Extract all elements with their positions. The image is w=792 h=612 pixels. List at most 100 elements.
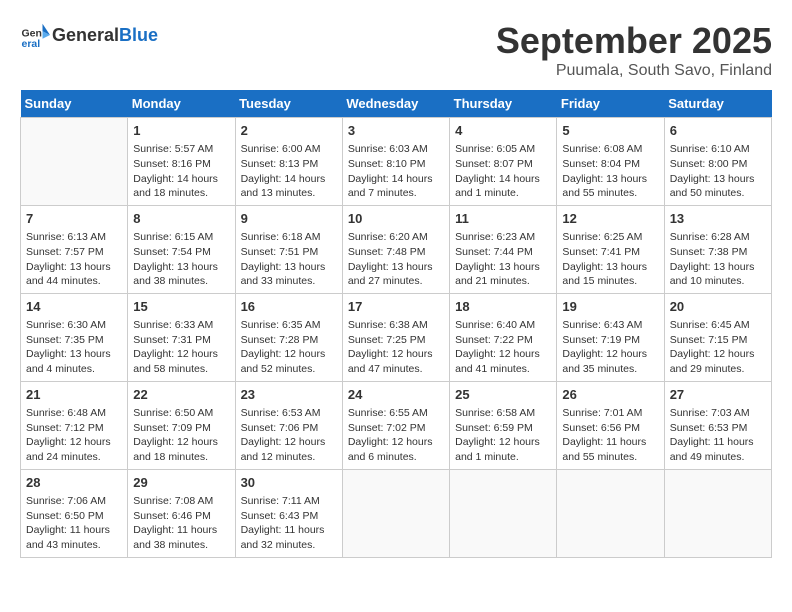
calendar-cell — [450, 469, 557, 557]
location-title: Puumala, South Savo, Finland — [496, 62, 772, 80]
day-info: Sunrise: 6:13 AMSunset: 7:57 PMDaylight:… — [26, 230, 122, 289]
month-title: September 2025 — [496, 20, 772, 62]
day-info: Sunrise: 6:18 AMSunset: 7:51 PMDaylight:… — [241, 230, 337, 289]
logo: Gen eral GeneralBlue — [20, 20, 158, 50]
calendar-cell: 26 Sunrise: 7:01 AMSunset: 6:56 PMDayligh… — [557, 381, 664, 469]
calendar-cell: 24 Sunrise: 6:55 AMSunset: 7:02 PMDayligh… — [342, 381, 449, 469]
calendar-cell: 27Sunrise: 7:03 AMSunset: 6:53 PMDayligh… — [664, 381, 771, 469]
week-row-4: 21 Sunrise: 6:48 AMSunset: 7:12 PMDayligh… — [21, 381, 772, 469]
calendar-cell — [342, 469, 449, 557]
calendar-cell: 6 Sunrise: 6:10 AMSunset: 8:00 PMDaylight… — [664, 118, 771, 206]
weekday-header-row: SundayMondayTuesdayWednesdayThursdayFrid… — [21, 90, 772, 118]
weekday-header-wednesday: Wednesday — [342, 90, 449, 118]
day-number: 16 — [241, 298, 337, 316]
day-number: 10 — [348, 210, 444, 228]
day-number: 19 — [562, 298, 658, 316]
calendar-cell: 20 Sunrise: 6:45 AMSunset: 7:15 PMDayligh… — [664, 293, 771, 381]
day-number: 8 — [133, 210, 229, 228]
calendar-cell — [557, 469, 664, 557]
day-number: 11 — [455, 210, 551, 228]
day-info: Sunrise: 5:57 AMSunset: 8:16 PMDaylight:… — [133, 142, 229, 201]
calendar-table: SundayMondayTuesdayWednesdayThursdayFrid… — [20, 90, 772, 558]
day-info: Sunrise: 6:38 AMSunset: 7:25 PMDaylight:… — [348, 318, 444, 377]
day-info: Sunrise: 7:08 AMSunset: 6:46 PMDaylight:… — [133, 494, 229, 553]
calendar-cell: 8 Sunrise: 6:15 AMSunset: 7:54 PMDaylight… — [128, 205, 235, 293]
calendar-cell: 13 Sunrise: 6:28 AMSunset: 7:38 PMDayligh… — [664, 205, 771, 293]
day-number: 24 — [348, 386, 444, 404]
day-number: 23 — [241, 386, 337, 404]
weekday-header-sunday: Sunday — [21, 90, 128, 118]
day-info: Sunrise: 6:10 AMSunset: 8:00 PMDaylight:… — [670, 142, 766, 201]
day-info: Sunrise: 6:05 AMSunset: 8:07 PMDaylight:… — [455, 142, 551, 201]
logo-general: General — [52, 25, 119, 45]
day-info: Sunrise: 7:11 AMSunset: 6:43 PMDaylight:… — [241, 494, 337, 553]
calendar-cell: 28 Sunrise: 7:06 AMSunset: 6:50 PMDayligh… — [21, 469, 128, 557]
day-info: Sunrise: 6:33 AMSunset: 7:31 PMDaylight:… — [133, 318, 229, 377]
day-number: 13 — [670, 210, 766, 228]
day-number: 15 — [133, 298, 229, 316]
day-info: Sunrise: 6:20 AMSunset: 7:48 PMDaylight:… — [348, 230, 444, 289]
weekday-header-tuesday: Tuesday — [235, 90, 342, 118]
calendar-cell: 12Sunrise: 6:25 AMSunset: 7:41 PMDayligh… — [557, 205, 664, 293]
day-number: 12 — [562, 210, 658, 228]
day-info: Sunrise: 6:30 AMSunset: 7:35 PMDaylight:… — [26, 318, 122, 377]
day-number: 26 — [562, 386, 658, 404]
calendar-cell — [21, 118, 128, 206]
weekday-header-friday: Friday — [557, 90, 664, 118]
calendar-cell: 30 Sunrise: 7:11 AMSunset: 6:43 PMDayligh… — [235, 469, 342, 557]
day-number: 30 — [241, 474, 337, 492]
logo-text: GeneralBlue — [52, 25, 158, 46]
day-number: 20 — [670, 298, 766, 316]
calendar-cell: 23 Sunrise: 6:53 AMSunset: 7:06 PMDayligh… — [235, 381, 342, 469]
day-info: Sunrise: 6:15 AMSunset: 7:54 PMDaylight:… — [133, 230, 229, 289]
day-info: Sunrise: 6:53 AMSunset: 7:06 PMDaylight:… — [241, 406, 337, 465]
calendar-cell: 11 Sunrise: 6:23 AMSunset: 7:44 PMDayligh… — [450, 205, 557, 293]
page-header: Gen eral GeneralBlue September 2025 Puum… — [20, 20, 772, 80]
day-number: 7 — [26, 210, 122, 228]
day-info: Sunrise: 6:48 AMSunset: 7:12 PMDaylight:… — [26, 406, 122, 465]
day-number: 28 — [26, 474, 122, 492]
logo-icon: Gen eral — [20, 20, 50, 50]
week-row-5: 28 Sunrise: 7:06 AMSunset: 6:50 PMDayligh… — [21, 469, 772, 557]
day-number: 25 — [455, 386, 551, 404]
weekday-header-saturday: Saturday — [664, 90, 771, 118]
day-info: Sunrise: 6:45 AMSunset: 7:15 PMDaylight:… — [670, 318, 766, 377]
day-number: 17 — [348, 298, 444, 316]
weekday-header-thursday: Thursday — [450, 90, 557, 118]
day-info: Sunrise: 6:55 AMSunset: 7:02 PMDaylight:… — [348, 406, 444, 465]
day-info: Sunrise: 6:40 AMSunset: 7:22 PMDaylight:… — [455, 318, 551, 377]
calendar-cell: 19 Sunrise: 6:43 AMSunset: 7:19 PMDayligh… — [557, 293, 664, 381]
day-info: Sunrise: 6:00 AMSunset: 8:13 PMDaylight:… — [241, 142, 337, 201]
day-info: Sunrise: 7:06 AMSunset: 6:50 PMDaylight:… — [26, 494, 122, 553]
day-info: Sunrise: 7:01 AMSunset: 6:56 PMDaylight:… — [562, 406, 658, 465]
calendar-cell: 1 Sunrise: 5:57 AMSunset: 8:16 PMDaylight… — [128, 118, 235, 206]
title-section: September 2025 Puumala, South Savo, Finl… — [496, 20, 772, 80]
day-number: 21 — [26, 386, 122, 404]
day-number: 14 — [26, 298, 122, 316]
svg-text:eral: eral — [22, 38, 41, 50]
day-info: Sunrise: 6:03 AMSunset: 8:10 PMDaylight:… — [348, 142, 444, 201]
week-row-2: 7 Sunrise: 6:13 AMSunset: 7:57 PMDaylight… — [21, 205, 772, 293]
day-number: 1 — [133, 122, 229, 140]
day-info: Sunrise: 6:08 AMSunset: 8:04 PMDaylight:… — [562, 142, 658, 201]
calendar-cell: 7 Sunrise: 6:13 AMSunset: 7:57 PMDaylight… — [21, 205, 128, 293]
day-number: 27 — [670, 386, 766, 404]
week-row-1: 1 Sunrise: 5:57 AMSunset: 8:16 PMDaylight… — [21, 118, 772, 206]
day-info: Sunrise: 6:23 AMSunset: 7:44 PMDaylight:… — [455, 230, 551, 289]
day-info: Sunrise: 6:43 AMSunset: 7:19 PMDaylight:… — [562, 318, 658, 377]
calendar-cell: 21 Sunrise: 6:48 AMSunset: 7:12 PMDayligh… — [21, 381, 128, 469]
calendar-cell: 2 Sunrise: 6:00 AMSunset: 8:13 PMDaylight… — [235, 118, 342, 206]
calendar-cell: 15 Sunrise: 6:33 AMSunset: 7:31 PMDayligh… — [128, 293, 235, 381]
calendar-cell: 18Sunrise: 6:40 AMSunset: 7:22 PMDayligh… — [450, 293, 557, 381]
day-info: Sunrise: 6:35 AMSunset: 7:28 PMDaylight:… — [241, 318, 337, 377]
day-number: 9 — [241, 210, 337, 228]
day-number: 3 — [348, 122, 444, 140]
calendar-cell: 29Sunrise: 7:08 AMSunset: 6:46 PMDayligh… — [128, 469, 235, 557]
day-number: 2 — [241, 122, 337, 140]
day-info: Sunrise: 6:28 AMSunset: 7:38 PMDaylight:… — [670, 230, 766, 289]
logo-blue: Blue — [119, 25, 158, 45]
week-row-3: 14 Sunrise: 6:30 AMSunset: 7:35 PMDayligh… — [21, 293, 772, 381]
calendar-cell: 25Sunrise: 6:58 AMSunset: 6:59 PMDayligh… — [450, 381, 557, 469]
day-number: 4 — [455, 122, 551, 140]
day-number: 6 — [670, 122, 766, 140]
